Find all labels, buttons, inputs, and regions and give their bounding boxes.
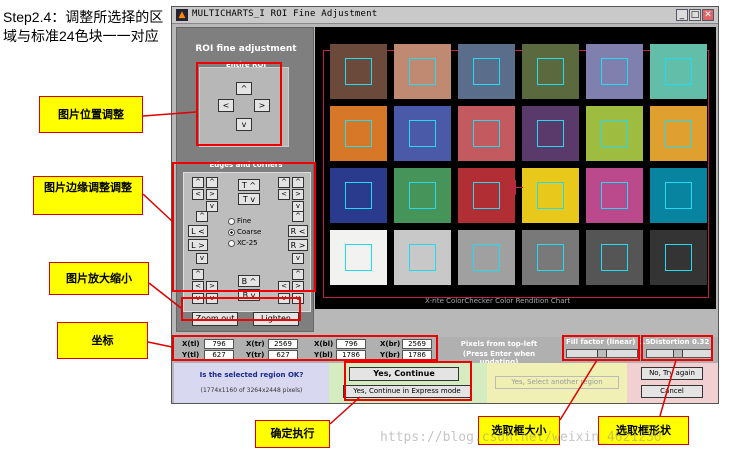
annotation-connectors <box>142 111 677 425</box>
watermark: https://blog.csdn.net/weixin_4621230 <box>380 430 662 445</box>
